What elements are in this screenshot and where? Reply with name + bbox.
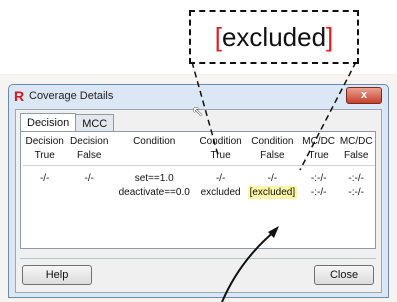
col-subheader: False [337,149,375,166]
table-cell: -/- [39,173,50,184]
col-subheader [112,149,197,166]
table-cell: deactivate==0.0 [118,187,190,198]
col-header: Decision [70,136,109,147]
table-cell: -/- [215,173,226,184]
table-row: deactivate==0.0 excluded [excluded] -:-/… [23,186,375,200]
window-title: Coverage Details [29,90,114,102]
table-cell: -/- [84,173,94,184]
table-cell: -:-/- [310,173,327,184]
col-header: Condition [199,136,242,147]
excluded-callout: [excluded] [189,10,359,64]
close-button[interactable]: Close [314,265,374,285]
col-subheader: False [66,149,113,166]
close-icon: x [360,89,368,101]
table-cell [66,186,112,200]
table-cell: excluded [200,187,241,198]
callout-open-bracket: [ [214,21,222,52]
r-logo-icon: R [14,88,25,104]
dialog-client-area: Decision MCC Decision Decision Condition… [15,109,382,293]
tab-decision[interactable]: Decision [20,113,77,133]
col-header: MC/DC [302,136,336,147]
col-header: Condition [133,136,176,147]
col-subheader: True [196,149,245,166]
window-close-button[interactable]: x [346,87,382,104]
button-divider [20,258,376,259]
tab-strip: Decision MCC [20,113,115,133]
coverage-panel: Decision Decision Condition Condition Co… [20,131,376,249]
help-button[interactable]: Help [22,265,92,285]
callout-word: excluded [221,21,327,52]
excluded-highlight: [excluded] [247,186,298,199]
table-cell: [excluded] [245,186,300,200]
table-row: -/- -/- set==1.0 -/- -/- -:-/- -:-/- [23,172,375,186]
col-header: Decision [25,136,64,147]
col-header: MC/DC [339,136,373,147]
table-cell: -/- [267,173,278,184]
table-cell: -:-/- [310,187,327,198]
table-cell: -:-/- [348,187,364,198]
col-subheader: True [299,149,338,166]
table-cell [23,186,66,200]
col-header: Condition [251,136,294,147]
col-subheader: False [244,149,300,166]
table-cell: set==1.0 [134,173,174,184]
col-subheader: True [23,149,67,166]
callout-close-bracket: ] [326,21,334,52]
mouse-pointer-icon: ↖ [192,103,204,119]
table-cell: -:-/- [348,173,364,184]
coverage-table: Decision Decision Condition Condition Co… [23,135,375,200]
